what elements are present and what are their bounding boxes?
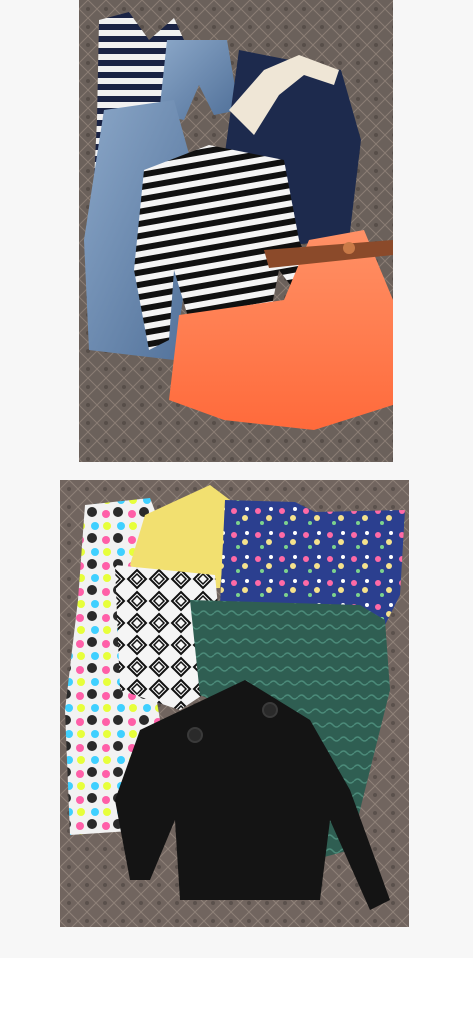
clothes-photo-1-illustration bbox=[79, 0, 393, 462]
clothes-photo-2[interactable] bbox=[60, 480, 409, 927]
sweater-button bbox=[262, 702, 278, 718]
belt-buckle bbox=[343, 242, 355, 254]
bottom-spacer bbox=[0, 958, 473, 1024]
sweater-button bbox=[187, 727, 203, 743]
image-gallery-page bbox=[0, 0, 473, 1024]
clothes-photo-1[interactable] bbox=[79, 0, 393, 462]
clothes-photo-2-illustration bbox=[60, 480, 409, 927]
